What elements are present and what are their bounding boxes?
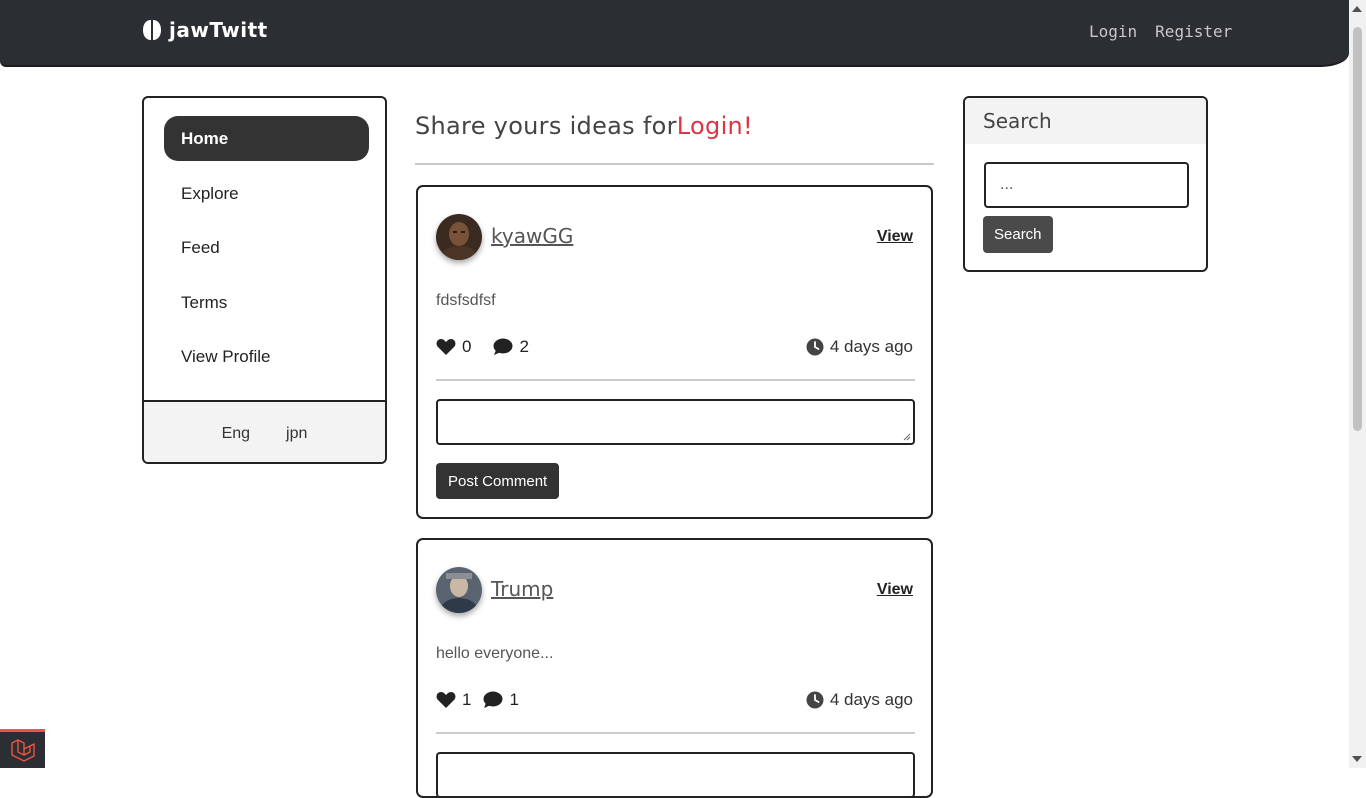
language-switcher: Eng jpn xyxy=(144,400,385,462)
post-content: hello everyone... xyxy=(436,645,554,662)
lang-eng-link[interactable]: Eng xyxy=(222,425,250,443)
post-stats: 0 2 xyxy=(436,337,529,357)
card-divider xyxy=(436,379,915,381)
post-timestamp: 4 days ago xyxy=(806,337,913,357)
search-title: Search xyxy=(965,98,1206,144)
post-card: Trump View hello everyone... 1 1 4 days … xyxy=(416,538,933,798)
heading-divider xyxy=(415,163,934,165)
scroll-up-icon[interactable] xyxy=(1352,6,1362,12)
brand-link[interactable]: jawTwitt xyxy=(141,18,268,42)
post-username[interactable]: Trump xyxy=(491,577,553,601)
sidebar-item-terms[interactable]: Terms xyxy=(164,280,369,325)
brand-name: jawTwitt xyxy=(169,18,268,42)
avatar-image xyxy=(436,567,482,613)
post-timestamp: 4 days ago xyxy=(806,690,913,710)
post-stats: 1 1 xyxy=(436,690,519,710)
comment-textarea[interactable] xyxy=(436,752,915,798)
post-time-text: 4 days ago xyxy=(829,690,913,709)
search-input[interactable]: ... xyxy=(984,162,1189,208)
comment-icon[interactable] xyxy=(483,691,503,709)
sidebar-item-home[interactable]: Home xyxy=(164,116,369,161)
lang-jpn-link[interactable]: jpn xyxy=(286,425,307,443)
post-comment-button[interactable]: Post Comment xyxy=(436,463,560,499)
comment-icon[interactable] xyxy=(493,338,513,356)
comment-count: 1 xyxy=(509,690,519,709)
debugbar-toggle[interactable] xyxy=(0,729,45,768)
sidebar-item-feed[interactable]: Feed xyxy=(164,225,369,270)
scroll-down-icon[interactable] xyxy=(1352,756,1362,762)
search-button[interactable]: Search xyxy=(983,216,1053,253)
clock-icon xyxy=(806,338,824,356)
page-title: Share yours ideas forLogin! xyxy=(415,112,753,140)
like-count: 0 xyxy=(462,337,472,356)
card-divider xyxy=(436,732,915,734)
like-count: 1 xyxy=(462,690,472,709)
post-content: fdsfsdfsf xyxy=(436,292,496,309)
laravel-icon xyxy=(10,739,35,762)
sidebar-item-explore[interactable]: Explore xyxy=(164,171,369,216)
sidebar-menu: Home Explore Feed Terms View Profile Eng… xyxy=(142,96,387,464)
clock-icon xyxy=(806,691,824,709)
heart-icon[interactable] xyxy=(436,338,456,356)
resize-handle-icon[interactable] xyxy=(903,433,911,441)
post-time-text: 4 days ago xyxy=(829,337,913,356)
top-navbar: jawTwitt Login Register xyxy=(0,0,1349,67)
search-widget: Search ... Search xyxy=(963,96,1208,272)
page-title-accent[interactable]: Login! xyxy=(677,112,753,140)
page-scrollbar[interactable] xyxy=(1349,0,1366,768)
view-post-link[interactable]: View xyxy=(877,581,913,599)
register-link[interactable]: Register xyxy=(1155,22,1232,41)
login-link[interactable]: Login xyxy=(1089,22,1137,41)
avatar[interactable] xyxy=(436,567,482,613)
avatar[interactable] xyxy=(436,214,482,260)
brain-icon xyxy=(143,20,161,40)
page-title-text: Share yours ideas for xyxy=(415,112,677,140)
view-post-link[interactable]: View xyxy=(877,228,913,246)
sidebar-item-view-profile[interactable]: View Profile xyxy=(164,334,369,379)
comment-textarea[interactable] xyxy=(436,399,915,445)
post-card: kyawGG View fdsfsdfsf 0 2 4 days ago Pos… xyxy=(416,185,933,519)
avatar-image xyxy=(436,214,482,260)
comment-count: 2 xyxy=(519,337,529,356)
scrollbar-thumb[interactable] xyxy=(1353,27,1362,431)
heart-icon[interactable] xyxy=(436,691,456,709)
post-username[interactable]: kyawGG xyxy=(491,224,573,248)
